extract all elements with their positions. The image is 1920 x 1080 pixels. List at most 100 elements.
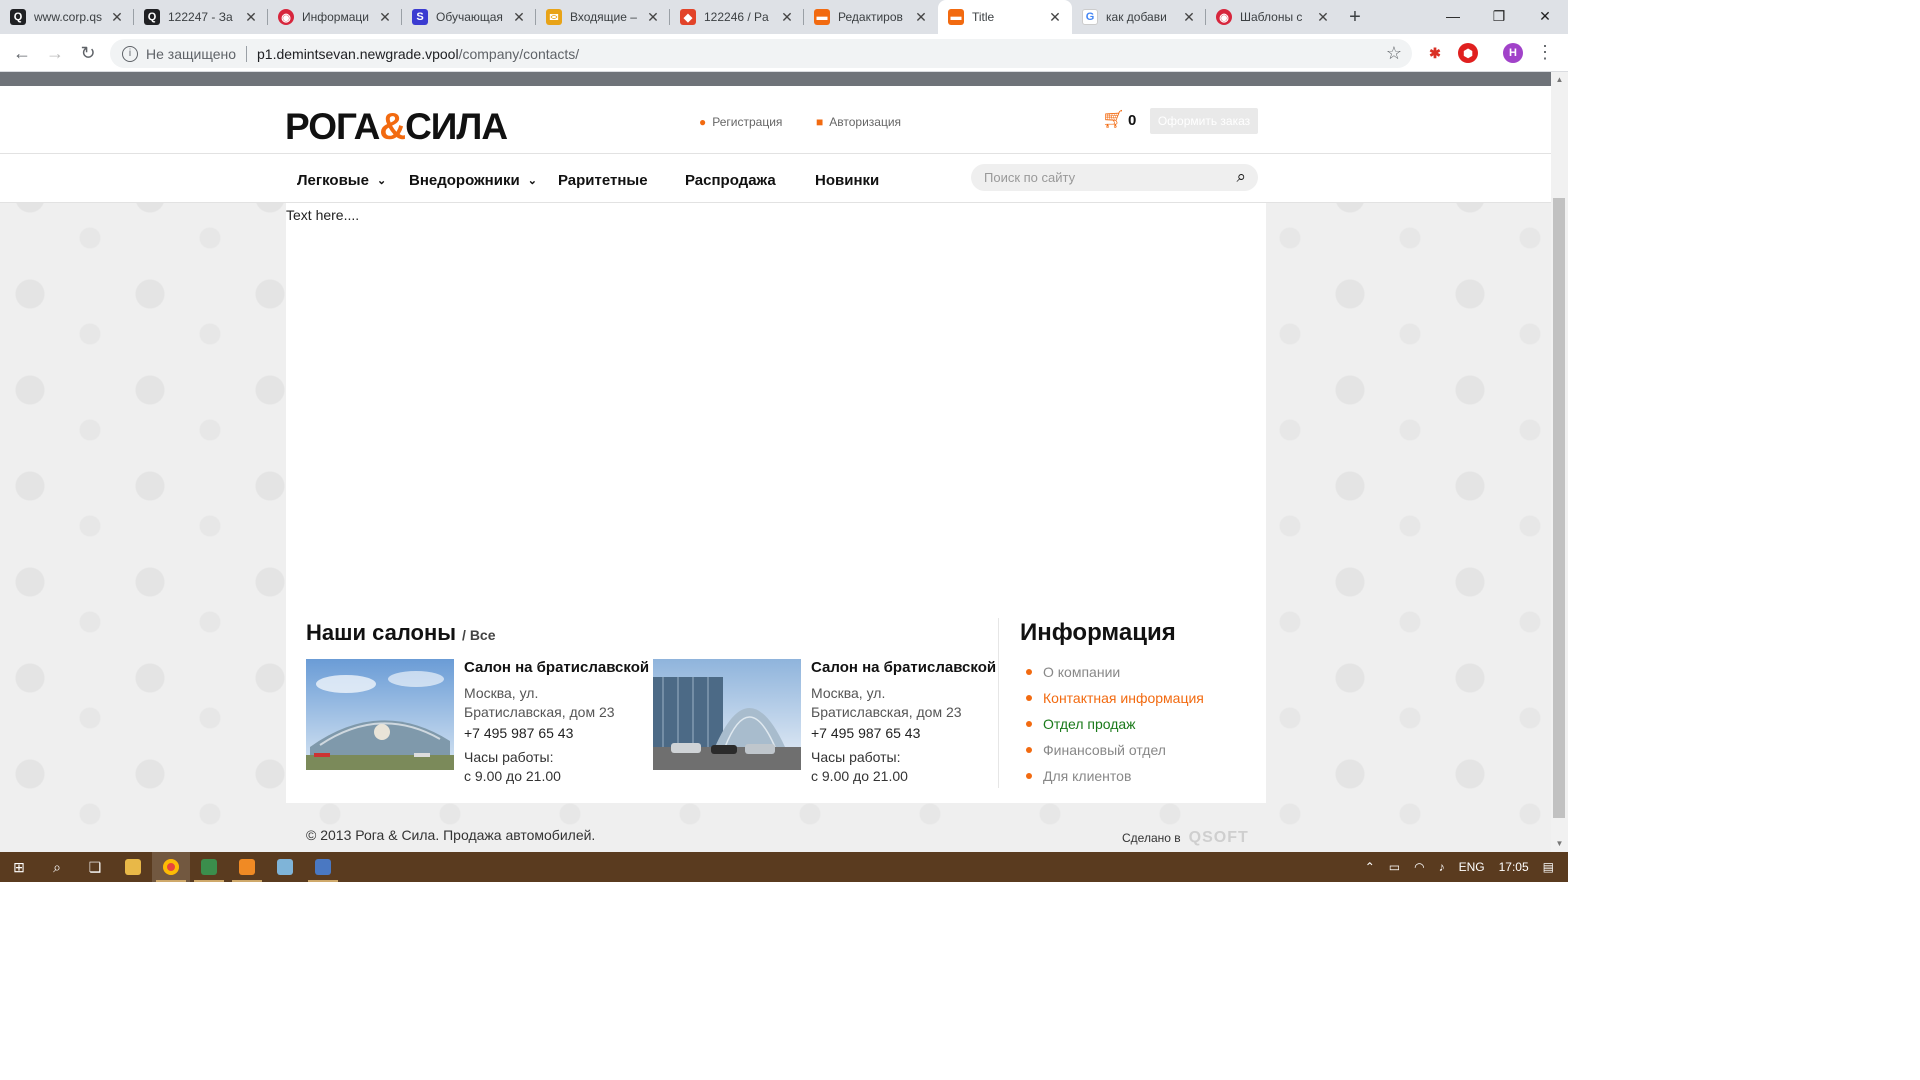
minimize-icon[interactable]: — — [1430, 0, 1476, 32]
info-link-sales[interactable]: Отдел продаж — [1026, 711, 1204, 737]
task-view-icon[interactable]: ❏ — [76, 852, 114, 882]
url-field[interactable]: i Не защищено p1.demintsevan.newgrade.vp… — [110, 39, 1412, 68]
close-window-icon[interactable]: ✕ — [1522, 0, 1568, 32]
app-icon[interactable] — [190, 852, 228, 882]
salon-photo[interactable] — [306, 659, 454, 770]
language-indicator[interactable]: ENG — [1459, 860, 1485, 874]
salon-hours: Часы работы: с 9.00 до 21.00 — [464, 749, 561, 784]
battery-icon[interactable]: ▭ — [1389, 860, 1400, 874]
info-link-about[interactable]: О компании — [1026, 659, 1204, 685]
site-logo[interactable]: РОГА&СИЛА — [285, 106, 508, 148]
info-link-clients[interactable]: Для клиентов — [1026, 763, 1204, 789]
sublime-icon[interactable] — [228, 852, 266, 882]
search-icon[interactable]: ⌕ — [1236, 167, 1246, 187]
salon-name[interactable]: Салон на братиславской — [464, 659, 649, 676]
chevron-down-icon: ⌄ — [527, 175, 537, 187]
reload-icon[interactable]: ↻ — [76, 41, 100, 65]
order-button[interactable]: Оформить заказ — [1150, 108, 1258, 134]
clock[interactable]: 17:05 — [1499, 860, 1529, 874]
browser-tab[interactable]: ◉ Информаци ✕ — [268, 0, 402, 34]
salon-phone: +7 495 987 65 43 — [811, 725, 921, 741]
salon-name[interactable]: Салон на братиславской — [811, 659, 996, 676]
tab-title: Входящие – — [570, 10, 637, 24]
browser-tab[interactable]: ◆ 122246 / Pa ✕ — [670, 0, 804, 34]
wifi-icon[interactable]: ◠ — [1414, 860, 1424, 874]
tab-title: 122247 - За — [168, 10, 233, 24]
browser-tab[interactable]: Q 122247 - За ✕ — [134, 0, 268, 34]
explorer-icon[interactable] — [114, 852, 152, 882]
site-search-input[interactable]: Поиск по сайту ⌕ — [971, 164, 1258, 191]
new-tab-button[interactable]: + — [1340, 0, 1370, 34]
menu-item-cars[interactable]: Легковые ⌄ — [297, 172, 386, 189]
menu-dots-icon[interactable]: ⋮ — [1536, 42, 1554, 62]
maximize-icon[interactable]: ❐ — [1476, 0, 1522, 32]
back-icon[interactable]: ← — [10, 41, 34, 65]
search-placeholder: Поиск по сайту — [984, 170, 1076, 185]
chevron-down-icon: ⌄ — [376, 175, 387, 187]
top-stripe — [0, 72, 1551, 86]
chrome-icon[interactable] — [152, 852, 190, 882]
close-icon[interactable]: ✕ — [1182, 9, 1196, 26]
close-icon[interactable]: ✕ — [646, 9, 660, 26]
close-icon[interactable]: ✕ — [244, 9, 258, 26]
google-icon: G — [1082, 9, 1098, 25]
extension-icon[interactable]: ✱ — [1425, 43, 1445, 63]
footer-made-by: Сделано в QSOFT — [1122, 829, 1249, 847]
scroll-down-icon[interactable]: ▼ — [1551, 836, 1568, 852]
close-icon[interactable]: ✕ — [780, 9, 794, 26]
close-icon[interactable]: ✕ — [914, 9, 928, 26]
menu-item-sale[interactable]: Распродажа — [685, 172, 776, 189]
search-icon[interactable]: ⌕ — [38, 852, 76, 882]
scroll-up-icon[interactable]: ▲ — [1551, 72, 1568, 88]
menu-item-new[interactable]: Новинки — [815, 172, 879, 189]
profile-avatar[interactable]: Н — [1503, 43, 1523, 63]
info-link-finance[interactable]: Финансовый отдел — [1026, 737, 1204, 763]
tab-title: 122246 / Pa — [704, 10, 769, 24]
menu-item-suv[interactable]: Внедорожники ⌄ — [409, 172, 537, 189]
close-icon[interactable]: ✕ — [1316, 9, 1330, 26]
tab-title: Информаци — [302, 10, 369, 24]
browser-tab[interactable]: S Обучающая ✕ — [402, 0, 536, 34]
browser-tab[interactable]: ✉ Входящие – ✕ — [536, 0, 670, 34]
close-icon[interactable]: ✕ — [1048, 9, 1062, 26]
notes-icon[interactable] — [266, 852, 304, 882]
salon-photo[interactable] — [653, 659, 801, 770]
salon-address: Москва, ул. Братиславская, дом 23 — [464, 685, 615, 720]
forward-icon[interactable]: → — [43, 41, 67, 65]
all-salons-link[interactable]: / Все — [462, 627, 495, 643]
adblock-icon[interactable]: ⬢ — [1458, 43, 1478, 63]
volume-icon[interactable]: ♪ — [1439, 860, 1445, 874]
notifications-icon[interactable]: ▤ — [1543, 860, 1554, 874]
browser-tab[interactable]: ◉ Шаблоны с ✕ — [1206, 0, 1340, 34]
chevron-up-icon[interactable]: ⌃ — [1365, 860, 1375, 874]
salon-phone: +7 495 987 65 43 — [464, 725, 574, 741]
info-link-contacts[interactable]: Контактная информация — [1026, 685, 1204, 711]
main-content: Text here.... Наши салоны / Все Салон на … — [286, 203, 1266, 803]
lock-icon: ■ — [816, 115, 824, 129]
mail-icon: ✉ — [546, 9, 562, 25]
register-link[interactable]: ● Регистрация — [699, 115, 782, 129]
browser-tab-active[interactable]: ▬ Title ✕ — [938, 0, 1072, 34]
bitrix-icon: ◉ — [1216, 9, 1232, 25]
qsoft-logo[interactable]: QSOFT — [1189, 829, 1249, 847]
address-bar-row: ← → ↻ i Не защищено p1.demintsevan.newgr… — [0, 34, 1568, 72]
info-heading: Информация — [1020, 619, 1176, 646]
browser-tab[interactable]: ▬ Редактиров ✕ — [804, 0, 938, 34]
menu-item-rare[interactable]: Раритетные — [558, 172, 648, 189]
network-app-icon[interactable] — [304, 852, 342, 882]
cart-icon[interactable]: 🛒︎ — [1102, 109, 1125, 130]
close-icon[interactable]: ✕ — [378, 9, 392, 26]
page-scrollbar[interactable]: ▲ ▼ — [1551, 72, 1568, 852]
scroll-thumb[interactable] — [1553, 198, 1565, 818]
close-icon[interactable]: ✕ — [110, 9, 124, 26]
q-icon: Q — [144, 9, 160, 25]
car-icon: ▬ — [948, 9, 964, 25]
browser-tab[interactable]: G как добави ✕ — [1072, 0, 1206, 34]
browser-tab[interactable]: Q www.corp.qs ✕ — [0, 0, 134, 34]
windows-start-icon[interactable]: ⊞ — [0, 852, 38, 882]
bookmark-star-icon[interactable]: ☆ — [1386, 43, 1402, 64]
tab-strip: Q www.corp.qs ✕ Q 122247 - За ✕ ◉ Информ… — [0, 0, 1568, 34]
info-icon[interactable]: i — [122, 45, 138, 62]
login-link[interactable]: ■ Авторизация — [816, 115, 901, 129]
close-icon[interactable]: ✕ — [512, 9, 526, 26]
